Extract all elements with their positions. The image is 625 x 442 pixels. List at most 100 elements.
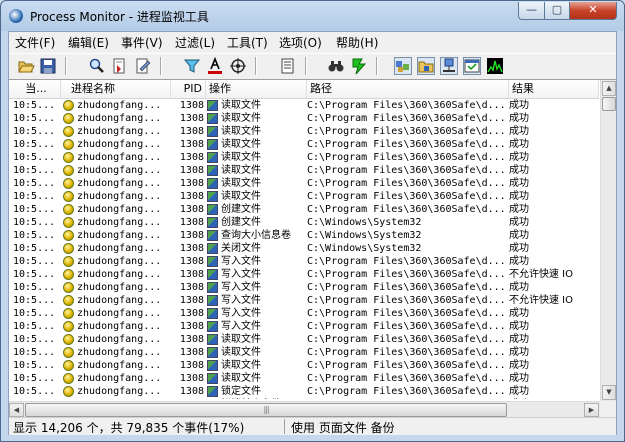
- table-row[interactable]: 10:5... zhudongfang... 1308 写入文件 C:\Program …: [9, 268, 599, 281]
- event-result: 成功: [509, 217, 529, 228]
- menu-event[interactable]: 事件(V): [121, 34, 163, 51]
- scroll-left-button[interactable]: ◀: [9, 403, 24, 417]
- event-process: zhudongfang...: [63, 229, 171, 242]
- event-result: 成功: [509, 373, 529, 384]
- event-time: 10:5...: [13, 282, 56, 293]
- table-row[interactable]: 10:5... zhudongfang... 1308 读取文件 C:\Program …: [9, 177, 599, 190]
- network-activity-icon[interactable]: [440, 57, 458, 75]
- process-tree-icon[interactable]: [279, 57, 297, 75]
- menu-filter[interactable]: 过滤(L): [175, 34, 215, 51]
- event-time: 10:5...: [13, 256, 56, 267]
- find-icon[interactable]: [88, 57, 106, 75]
- event-process: zhudongfang...: [63, 164, 171, 177]
- maximize-button[interactable]: ▢: [544, 2, 570, 20]
- horizontal-scroll-thumb[interactable]: |||: [25, 403, 507, 417]
- table-row[interactable]: 10:5... zhudongfang... 1308 关闭文件 C:\Windows\…: [9, 242, 599, 255]
- event-result: 成功: [509, 347, 529, 358]
- table-row[interactable]: 10:5... zhudongfang... 1308 写入文件 C:\Program …: [9, 320, 599, 333]
- event-operation: 读取文件: [206, 177, 304, 190]
- column-time[interactable]: 当...: [9, 80, 61, 98]
- menu-edit[interactable]: 编辑(E): [68, 34, 109, 51]
- status-bar: 显示 14,206 个，共 79,835 个事件(17%) 使用 页面文件 备份: [9, 417, 616, 435]
- autoscroll-icon[interactable]: [111, 57, 129, 75]
- event-result: 成功: [509, 360, 529, 371]
- menu-tools[interactable]: 工具(T): [227, 34, 268, 51]
- event-path: C:\Program Files\360\360Safe\d...: [307, 113, 506, 124]
- minimize-button[interactable]: —: [518, 2, 545, 20]
- toolbar-separator: [376, 57, 378, 75]
- title-bar[interactable]: Process Monitor - 进程监视工具 — ▢ ✕: [1, 1, 624, 31]
- column-result[interactable]: 结果: [509, 80, 599, 98]
- column-path[interactable]: 路径: [307, 80, 509, 98]
- event-pid: 1308: [179, 204, 204, 215]
- vertical-scrollbar[interactable]: ▲ ▼: [600, 80, 616, 401]
- event-process: zhudongfang...: [63, 346, 171, 359]
- event-process: zhudongfang...: [63, 372, 171, 385]
- process-icon: [63, 113, 74, 124]
- event-time: 10:5...: [13, 243, 56, 254]
- table-row[interactable]: 10:5... zhudongfang... 1308 读取文件 C:\Program …: [9, 333, 599, 346]
- table-row[interactable]: 10:5... zhudongfang... 1308 锁定文件 C:\Program …: [9, 385, 599, 398]
- filesystem-activity-icon[interactable]: [417, 57, 435, 75]
- file-operation-icon: [207, 126, 218, 137]
- find-binoculars-icon[interactable]: [327, 57, 345, 75]
- table-row[interactable]: 10:5... zhudongfang... 1308 创建文件 C:\Windows\…: [9, 216, 599, 229]
- operation-label: 写入文件: [221, 256, 261, 267]
- scroll-down-button[interactable]: ▼: [602, 385, 616, 400]
- table-row[interactable]: 10:5... zhudongfang... 1308 写入文件 C:\Program …: [9, 307, 599, 320]
- open-icon[interactable]: [17, 57, 35, 75]
- table-row[interactable]: 10:5... zhudongfang... 1308 解锁单个文件 C:\Progra…: [9, 398, 599, 399]
- table-row[interactable]: 10:5... zhudongfang... 1308 写入文件 C:\Program …: [9, 294, 599, 307]
- table-row[interactable]: 10:5... zhudongfang... 1308 读取文件 C:\Program …: [9, 359, 599, 372]
- table-row[interactable]: 10:5... zhudongfang... 1308 读取文件 C:\Program …: [9, 99, 599, 112]
- process-name: zhudongfang...: [77, 126, 162, 137]
- scroll-up-button[interactable]: ▲: [602, 81, 616, 96]
- column-pid[interactable]: PID: [171, 80, 206, 98]
- event-pid: 1308: [179, 165, 204, 176]
- column-process-name[interactable]: 进程名称: [61, 80, 171, 98]
- horizontal-scrollbar[interactable]: ◀ ||| ▶: [9, 401, 600, 417]
- table-row[interactable]: 10:5... zhudongfang... 1308 查询大小信息卷 C:\Windo…: [9, 229, 599, 242]
- table-row[interactable]: 10:5... zhudongfang... 1308 读取文件 C:\Program …: [9, 190, 599, 203]
- event-operation: 读取文件: [206, 333, 304, 346]
- table-row[interactable]: 10:5... zhudongfang... 1308 写入文件 C:\Program …: [9, 255, 599, 268]
- event-path: C:\Program Files\360\360Safe\d...: [307, 386, 506, 397]
- menu-options[interactable]: 选项(O): [279, 34, 322, 51]
- process-icon: [63, 152, 74, 163]
- operation-label: 读取文件: [221, 126, 261, 137]
- file-operation-icon: [207, 230, 218, 241]
- registry-activity-icon[interactable]: [394, 57, 412, 75]
- vertical-scroll-thumb[interactable]: [602, 97, 616, 111]
- close-button[interactable]: ✕: [569, 2, 617, 20]
- event-result: 成功: [509, 321, 529, 332]
- table-row[interactable]: 10:5... zhudongfang... 1308 读取文件 C:\Program …: [9, 151, 599, 164]
- column-operation[interactable]: 操作: [206, 80, 307, 98]
- table-row[interactable]: 10:5... zhudongfang... 1308 读取文件 C:\Program …: [9, 138, 599, 151]
- event-path: C:\Program Files\360\360Safe\d...: [307, 139, 506, 150]
- event-time: 10:5...: [13, 165, 56, 176]
- table-row[interactable]: 10:5... zhudongfang... 1308 读取文件 C:\Program …: [9, 346, 599, 359]
- table-row[interactable]: 10:5... zhudongfang... 1308 读取文件 C:\Program …: [9, 112, 599, 125]
- table-row[interactable]: 10:5... zhudongfang... 1308 读取文件 C:\Program …: [9, 125, 599, 138]
- process-icon: [63, 243, 74, 254]
- process-activity-icon[interactable]: [463, 57, 481, 75]
- scroll-right-button[interactable]: ▶: [584, 403, 599, 417]
- event-list[interactable]: 当... 进程名称 PID 操作 路径 结果 10:5... zhudongfan…: [9, 79, 616, 417]
- highlight-icon[interactable]: [206, 56, 224, 75]
- table-row[interactable]: 10:5... zhudongfang... 1308 读取文件 C:\Program …: [9, 372, 599, 385]
- clear-icon[interactable]: [134, 57, 152, 75]
- table-row[interactable]: 10:5... zhudongfang... 1308 创建文件 C:\Program …: [9, 203, 599, 216]
- jump-icon[interactable]: [350, 57, 368, 75]
- event-path: C:\Program Files\360\360Safe\d...: [307, 204, 506, 215]
- table-row[interactable]: 10:5... zhudongfang... 1308 读取文件 C:\Program …: [9, 164, 599, 177]
- target-icon[interactable]: [229, 57, 247, 75]
- event-process: zhudongfang...: [63, 320, 171, 333]
- event-path: C:\Program Files\360\360Safe\d...: [307, 373, 506, 384]
- table-row[interactable]: 10:5... zhudongfang... 1308 写入文件 C:\Program …: [9, 281, 599, 294]
- filter-icon[interactable]: [183, 57, 201, 75]
- event-operation: 写入文件: [206, 268, 304, 281]
- profiling-icon[interactable]: [486, 57, 504, 75]
- menu-help[interactable]: 帮助(H): [336, 34, 378, 51]
- save-icon[interactable]: [39, 57, 57, 75]
- menu-file[interactable]: 文件(F): [15, 34, 55, 51]
